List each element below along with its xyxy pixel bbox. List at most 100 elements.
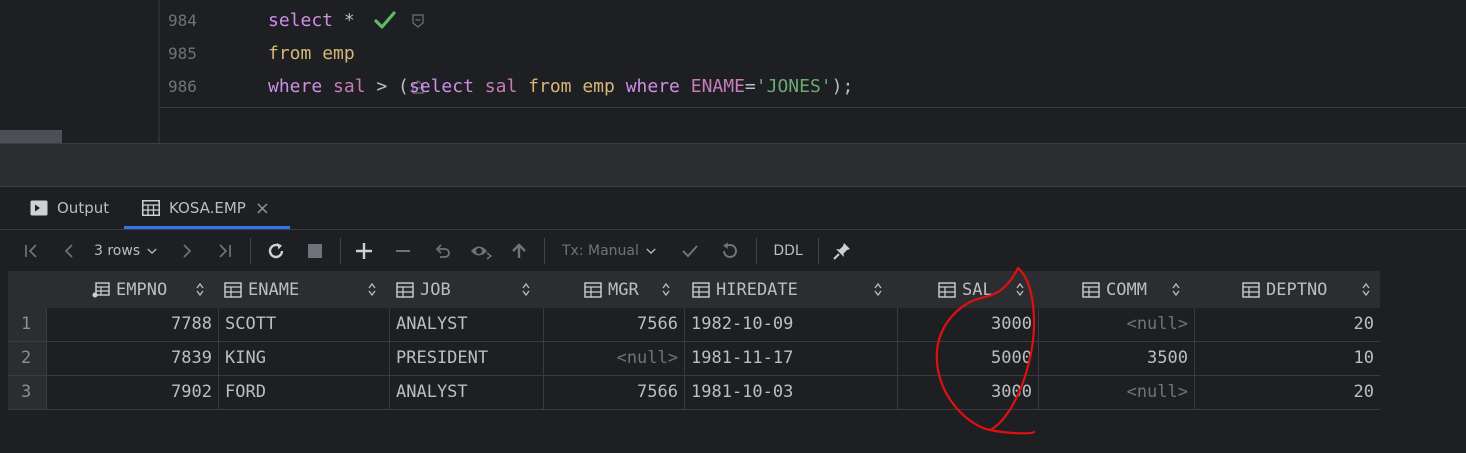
cell-job[interactable]: ANALYST xyxy=(389,376,543,409)
sort-icon[interactable] xyxy=(368,283,376,296)
console-icon xyxy=(30,200,48,216)
undo-icon xyxy=(435,244,450,258)
left-panel-scrollbar[interactable] xyxy=(0,130,62,143)
column-header-job[interactable]: JOB xyxy=(396,271,451,308)
cell-comm[interactable]: <null> xyxy=(1038,308,1194,341)
pin-tab-button[interactable] xyxy=(830,239,854,263)
cell-ename[interactable]: SCOTT xyxy=(218,308,389,341)
cell-mgr[interactable]: 7566 xyxy=(543,308,684,341)
column-header-sal[interactable]: SAL xyxy=(938,271,993,308)
check-icon xyxy=(374,11,396,29)
cell-empno[interactable]: 7839 xyxy=(46,342,218,375)
code-token: ENAME xyxy=(690,76,745,97)
ddl-label: DDL xyxy=(773,243,803,259)
column-header-hiredate[interactable]: HIREDATE xyxy=(692,271,798,308)
result-tabs: Output KOSA.EMP × xyxy=(0,187,1466,229)
sort-icon[interactable] xyxy=(1172,283,1180,296)
cell-mgr[interactable]: 7566 xyxy=(543,376,684,409)
code-line[interactable]: 985 from emp xyxy=(160,38,1466,71)
code-line[interactable]: 986 where sal > (select sal from emp whe… xyxy=(160,71,1466,104)
minus-icon xyxy=(396,250,410,252)
cell-comm[interactable]: 3500 xyxy=(1038,342,1194,375)
cell-hiredate[interactable]: 1982-10-09 xyxy=(684,308,897,341)
sort-icon[interactable] xyxy=(1016,283,1024,296)
column-name: DEPTNO xyxy=(1266,279,1328,300)
panel-divider[interactable] xyxy=(0,143,1466,186)
cell-hiredate[interactable]: 1981-10-03 xyxy=(684,376,897,409)
transaction-mode-dropdown[interactable]: Tx: Manual xyxy=(562,239,662,263)
cell-empno[interactable]: 7902 xyxy=(46,376,218,409)
rollback-icon xyxy=(723,242,737,258)
cell-mgr[interactable]: <null> xyxy=(543,342,684,375)
cancel-query-button[interactable] xyxy=(304,239,326,263)
code-token: * xyxy=(333,10,355,31)
first-page-button[interactable] xyxy=(20,239,42,263)
column-header-ename[interactable]: ENAME xyxy=(224,271,299,308)
rollback-button[interactable] xyxy=(718,239,740,263)
page-size-dropdown[interactable]: 3 rows xyxy=(94,239,174,263)
result-grid[interactable]: EMPNO ENAME JOB MGR HIREDATE SAL COMM DE… xyxy=(8,271,1380,413)
column-header-mgr[interactable]: MGR xyxy=(584,271,639,308)
cell-sal[interactable]: 3000 xyxy=(897,308,1038,341)
toolbar-separator xyxy=(250,238,251,264)
row-number[interactable]: 2 xyxy=(8,342,46,375)
column-icon xyxy=(1082,281,1100,298)
revert-button[interactable] xyxy=(432,239,454,263)
next-page-button[interactable] xyxy=(176,239,198,263)
close-tab-icon[interactable]: × xyxy=(255,198,270,219)
code-text: from emp xyxy=(268,43,355,64)
last-page-button[interactable] xyxy=(214,239,236,263)
cell-hiredate[interactable]: 1981-11-17 xyxy=(684,342,897,375)
sort-icon[interactable] xyxy=(196,283,204,296)
column-header-empno[interactable]: EMPNO xyxy=(92,271,167,308)
sort-icon[interactable] xyxy=(662,283,670,296)
delete-row-button[interactable] xyxy=(392,239,414,263)
refresh-button[interactable] xyxy=(264,239,288,263)
row-number[interactable]: 1 xyxy=(8,308,46,341)
eye-icon xyxy=(471,246,493,260)
line-number: 986 xyxy=(168,77,197,96)
cell-deptno[interactable]: 10 xyxy=(1194,342,1380,375)
services-tool-window: Output KOSA.EMP × 3 rows Tx: Manual DDL … xyxy=(0,186,1466,453)
fold-marker-icon[interactable] xyxy=(412,14,424,28)
submit-button[interactable] xyxy=(508,239,530,263)
cell-sal[interactable]: 5000 xyxy=(897,342,1038,375)
sort-icon[interactable] xyxy=(522,283,530,296)
arrow-up-icon xyxy=(512,243,526,258)
toolbar-separator xyxy=(756,238,757,264)
table-row[interactable]: 1 7788 SCOTT ANALYST 7566 1982-10-09 300… xyxy=(8,308,1380,342)
table-row[interactable]: 2 7839 KING PRESIDENT <null> 1981-11-17 … xyxy=(8,342,1380,376)
ddl-button[interactable]: DDL xyxy=(770,239,806,263)
transaction-mode: Tx: Manual xyxy=(562,243,639,259)
previous-page-button[interactable] xyxy=(58,239,80,263)
tab-kosa-label: KOSA.EMP xyxy=(169,199,246,217)
code-line[interactable]: 984 select * xyxy=(160,5,1466,38)
cell-sal[interactable]: 3000 xyxy=(897,376,1038,409)
view-mode-button[interactable] xyxy=(468,239,496,263)
add-row-button[interactable] xyxy=(352,239,376,263)
column-header-comm[interactable]: COMM xyxy=(1082,271,1147,308)
sort-icon[interactable] xyxy=(1362,283,1370,296)
cell-ename[interactable]: KING xyxy=(218,342,389,375)
cell-job[interactable]: ANALYST xyxy=(389,308,543,341)
cell-job[interactable]: PRESIDENT xyxy=(389,342,543,375)
row-number[interactable]: 3 xyxy=(8,376,46,409)
sort-icon[interactable] xyxy=(874,283,882,296)
column-name: JOB xyxy=(420,279,451,300)
sql-editor[interactable]: 984 select * 985 from emp 986 where sal … xyxy=(0,0,1466,143)
cell-deptno[interactable]: 20 xyxy=(1194,376,1380,409)
table-row[interactable]: 3 7902 FORD ANALYST 7566 1981-10-03 3000… xyxy=(8,376,1380,410)
pin-icon xyxy=(833,243,850,260)
cell-empno[interactable]: 7788 xyxy=(46,308,218,341)
first-page-icon xyxy=(25,244,37,258)
cell-ename[interactable]: FORD xyxy=(218,376,389,409)
tab-kosa-emp[interactable]: KOSA.EMP × xyxy=(142,187,270,229)
tab-output[interactable]: Output xyxy=(30,187,109,229)
commit-button[interactable] xyxy=(678,239,702,263)
cell-comm[interactable]: <null> xyxy=(1038,376,1194,409)
column-icon xyxy=(1242,281,1260,298)
column-header-deptno[interactable]: DEPTNO xyxy=(1242,271,1327,308)
cell-deptno[interactable]: 20 xyxy=(1194,308,1380,341)
